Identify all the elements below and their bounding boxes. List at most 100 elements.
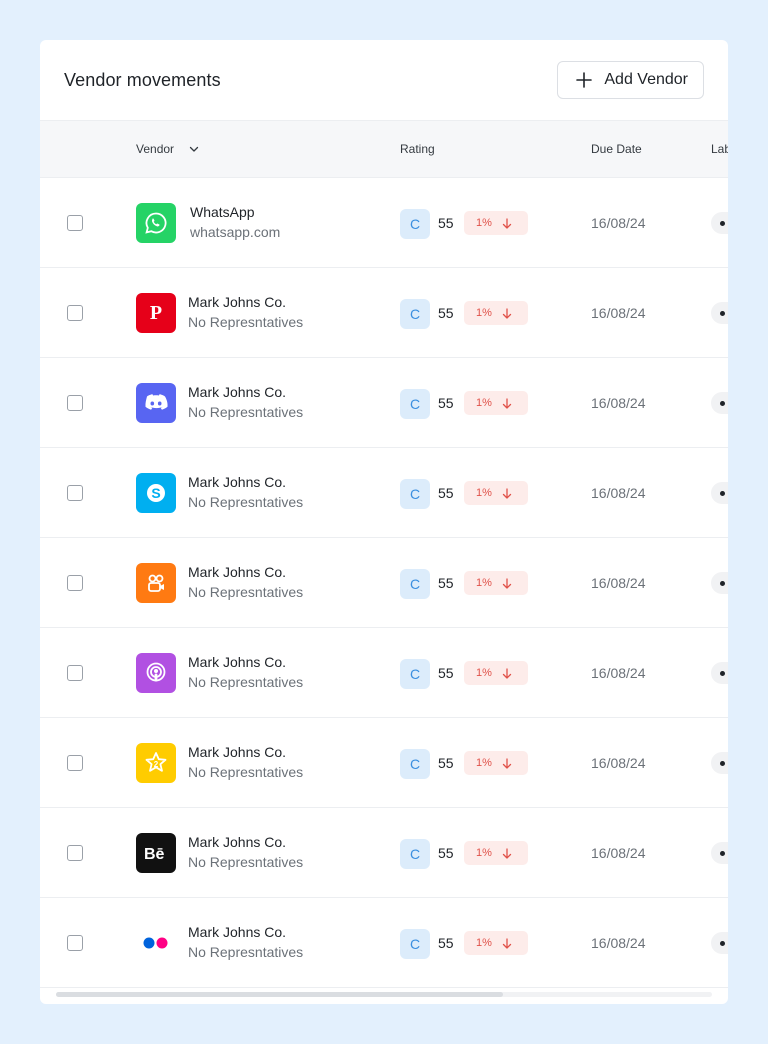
label-tag[interactable] xyxy=(711,932,728,954)
rating-grade-badge: C xyxy=(400,659,430,689)
rating-score: 55 xyxy=(438,215,454,231)
rating-change-badge: 1% xyxy=(464,481,528,505)
due-date: 16/08/24 xyxy=(591,395,646,411)
arrow-down-icon xyxy=(502,487,512,499)
table-body: WhatsApp whatsapp.com C 55 1% 16/08/24 P Mark J… xyxy=(40,178,728,988)
table-row[interactable]: S Mark Johns Co. No Represntatives C 55 1% 16/… xyxy=(40,448,728,538)
due-date: 16/08/24 xyxy=(591,485,646,501)
label-tag[interactable] xyxy=(711,842,728,864)
table-row[interactable]: Mark Johns Co. No Represntatives C 55 1% 16/0… xyxy=(40,358,728,448)
svg-text:2: 2 xyxy=(154,760,159,769)
horizontal-scrollbar[interactable] xyxy=(56,992,712,997)
label-dot-icon xyxy=(720,940,725,946)
rating-grade-badge: C xyxy=(400,299,430,329)
rating-grade-badge: C xyxy=(400,479,430,509)
arrow-down-icon xyxy=(502,937,512,949)
vendor-card: Vendor movements Add Vendor Vendor Ratin… xyxy=(40,40,728,1004)
vendor-subtitle: No Represntatives xyxy=(188,674,304,690)
label-dot-icon xyxy=(720,580,725,586)
rating-grade-badge: C xyxy=(400,389,430,419)
column-vendor[interactable]: Vendor xyxy=(136,121,200,177)
vendor-name: Mark Johns Co. xyxy=(188,294,287,310)
table-header: Vendor Rating Due Date Lab xyxy=(40,120,728,178)
whatsapp-logo xyxy=(136,203,176,243)
discord-logo xyxy=(136,383,176,423)
column-due-date[interactable]: Due Date xyxy=(591,121,642,177)
row-checkbox[interactable] xyxy=(67,845,83,861)
pinterest-logo: P xyxy=(136,293,176,333)
rating-score: 55 xyxy=(438,755,454,771)
arrow-down-icon xyxy=(502,847,512,859)
rating-change-value: 1% xyxy=(476,577,492,589)
label-tag[interactable] xyxy=(711,662,728,684)
rating-score: 55 xyxy=(438,575,454,591)
vendor-subtitle: No Represntatives xyxy=(188,764,304,780)
rating-change-value: 1% xyxy=(476,217,492,229)
vendor-name: Mark Johns Co. xyxy=(188,834,287,850)
row-checkbox[interactable] xyxy=(67,485,83,501)
vendor-subtitle: No Represntatives xyxy=(188,314,304,330)
table-row[interactable]: Mark Johns Co. No Represntatives C 55 1% 16/0… xyxy=(40,628,728,718)
rating-change-value: 1% xyxy=(476,667,492,679)
rating-score: 55 xyxy=(438,305,454,321)
row-checkbox[interactable] xyxy=(67,575,83,591)
arrow-down-icon xyxy=(502,217,512,229)
table-row[interactable]: WhatsApp whatsapp.com C 55 1% 16/08/24 xyxy=(40,178,728,268)
table-row[interactable]: Mark Johns Co. No Represntatives C 55 1% 16/0… xyxy=(40,898,728,988)
label-tag[interactable] xyxy=(711,752,728,774)
label-tag[interactable] xyxy=(711,212,728,234)
table-row[interactable]: P Mark Johns Co. No Represntatives C 55 1% 16/… xyxy=(40,268,728,358)
svg-text:P: P xyxy=(150,302,162,324)
due-date: 16/08/24 xyxy=(591,755,646,771)
label-dot-icon xyxy=(720,760,725,766)
label-dot-icon xyxy=(720,220,725,226)
arrow-down-icon xyxy=(502,307,512,319)
table-row[interactable]: 2 Mark Johns Co. No Represntatives C 55 1% 16/… xyxy=(40,718,728,808)
vendor-name: Mark Johns Co. xyxy=(188,744,287,760)
label-dot-icon xyxy=(720,310,725,316)
card-header: Vendor movements Add Vendor xyxy=(40,40,728,120)
page-background: Vendor movements Add Vendor Vendor Ratin… xyxy=(0,0,768,1044)
row-checkbox[interactable] xyxy=(67,305,83,321)
rating-score: 55 xyxy=(438,485,454,501)
rating-change-badge: 1% xyxy=(464,661,528,685)
vendor-name: Mark Johns Co. xyxy=(188,474,287,490)
label-tag[interactable] xyxy=(711,302,728,324)
skype-logo: S xyxy=(136,473,176,513)
rating-grade-badge: C xyxy=(400,839,430,869)
rating-change-badge: 1% xyxy=(464,301,528,325)
vendor-subtitle: No Represntatives xyxy=(188,404,304,420)
rating-change-value: 1% xyxy=(476,847,492,859)
table-row[interactable]: Mark Johns Co. No Represntatives C 55 1% 16/0… xyxy=(40,538,728,628)
arrow-down-icon xyxy=(502,667,512,679)
row-checkbox[interactable] xyxy=(67,935,83,951)
behance-logo: Bē xyxy=(136,833,176,873)
rating-score: 55 xyxy=(438,845,454,861)
label-tag[interactable] xyxy=(711,482,728,504)
row-checkbox[interactable] xyxy=(67,755,83,771)
rating-grade-badge: C xyxy=(400,209,430,239)
card-title: Vendor movements xyxy=(64,69,221,90)
scrollbar-thumb[interactable] xyxy=(56,992,503,997)
due-date: 16/08/24 xyxy=(591,575,646,591)
label-tag[interactable] xyxy=(711,572,728,594)
kuaishou-logo xyxy=(136,563,176,603)
row-checkbox[interactable] xyxy=(67,665,83,681)
row-checkbox[interactable] xyxy=(67,395,83,411)
label-dot-icon xyxy=(720,490,725,496)
column-label[interactable]: Lab xyxy=(711,121,728,177)
chevron-down-icon[interactable] xyxy=(188,143,200,155)
flickr-logo xyxy=(136,923,176,963)
label-tag[interactable] xyxy=(711,392,728,414)
rating-change-value: 1% xyxy=(476,937,492,949)
add-vendor-button[interactable]: Add Vendor xyxy=(557,61,704,99)
rating-change-badge: 1% xyxy=(464,571,528,595)
rating-change-value: 1% xyxy=(476,397,492,409)
rating-score: 55 xyxy=(438,935,454,951)
column-rating[interactable]: Rating xyxy=(400,121,435,177)
vendor-subtitle: No Represntatives xyxy=(188,854,304,870)
due-date: 16/08/24 xyxy=(591,215,646,231)
vendor-name: Mark Johns Co. xyxy=(188,924,287,940)
row-checkbox[interactable] xyxy=(67,215,83,231)
table-row[interactable]: Bē Mark Johns Co. No Represntatives C 55 1% 16… xyxy=(40,808,728,898)
